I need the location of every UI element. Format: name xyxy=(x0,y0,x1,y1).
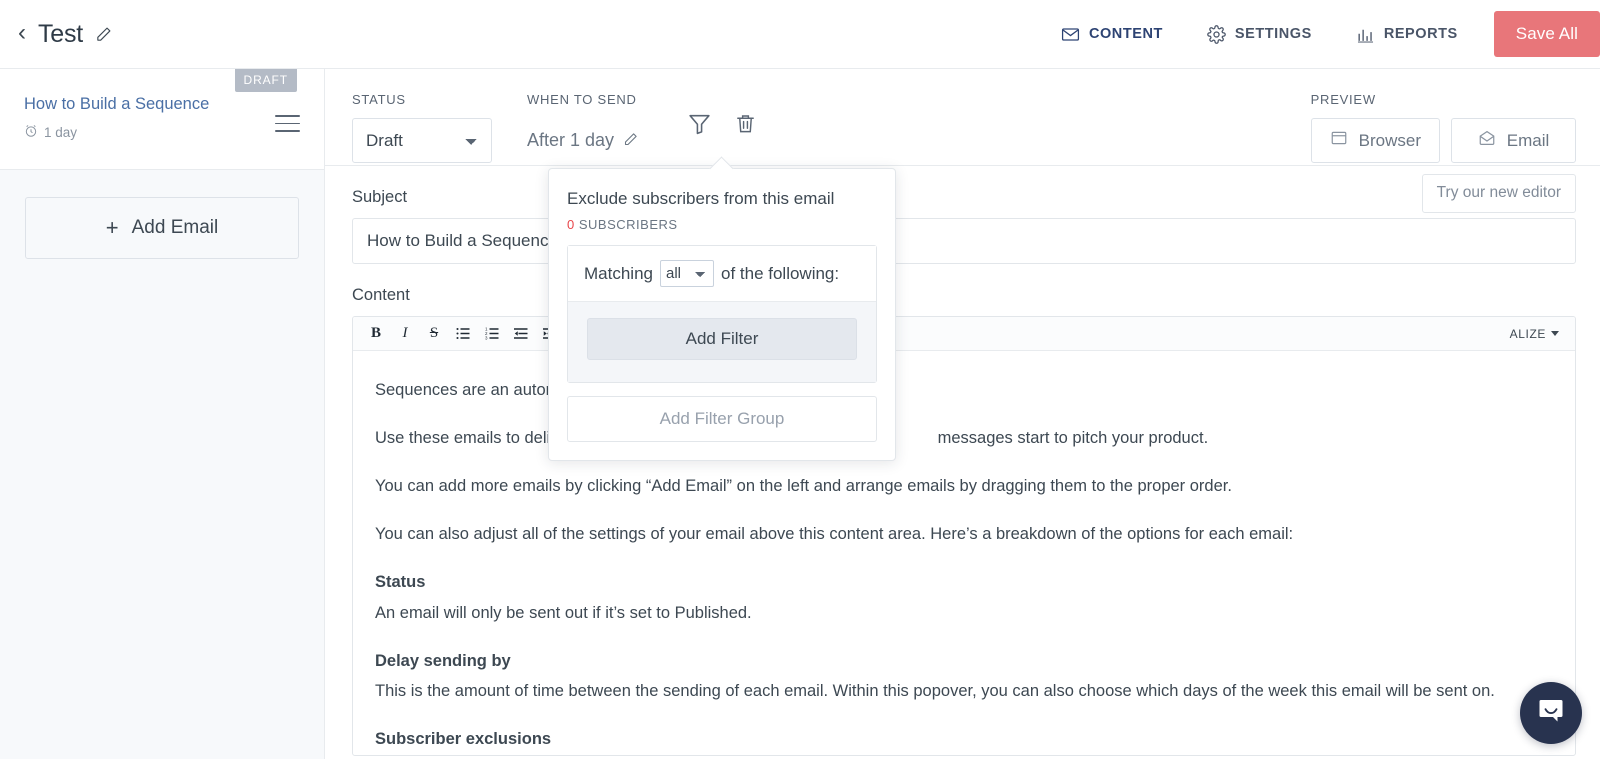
svg-text:3: 3 xyxy=(485,336,488,341)
exclude-subscribers-popover: Exclude subscribers from this email 0 SU… xyxy=(548,168,896,461)
email-settings-row: STATUS Draft WHEN TO SEND After 1 day PR… xyxy=(325,69,1600,166)
envelope-icon xyxy=(1061,25,1080,44)
content-paragraph-part: Use these emails to deliv xyxy=(375,428,559,447)
personalize-dropdown[interactable]: ALIZE xyxy=(1510,327,1565,341)
bullet-list-icon[interactable] xyxy=(450,321,476,347)
chat-launcher-button[interactable] xyxy=(1520,682,1582,744)
main-panel: STATUS Draft WHEN TO SEND After 1 day PR… xyxy=(325,69,1600,759)
content-section-heading: Status xyxy=(375,572,426,591)
numbered-list-icon[interactable]: 1 2 3 xyxy=(479,321,505,347)
list-item-title[interactable]: How to Build a Sequence xyxy=(24,95,300,113)
preview-browser-button[interactable]: Browser xyxy=(1310,118,1440,163)
list-item-delay: 1 day xyxy=(24,124,300,141)
tab-reports-label: REPORTS xyxy=(1383,26,1458,42)
list-item[interactable]: DRAFT How to Build a Sequence 1 day xyxy=(0,69,324,170)
try-new-editor-button[interactable]: Try our new editor xyxy=(1421,174,1576,213)
when-to-send-label: WHEN TO SEND xyxy=(527,92,637,107)
outdent-icon[interactable] xyxy=(508,321,534,347)
add-email-label: Add Email xyxy=(131,217,219,238)
preview-email-label: Email xyxy=(1506,130,1550,150)
pencil-icon[interactable] xyxy=(623,132,640,149)
editor-toolbar: B I S 1 2 3 ALIZE xyxy=(353,317,1575,351)
matching-suffix: of the following: xyxy=(720,263,840,283)
tab-settings-label: SETTINGS xyxy=(1234,26,1312,42)
browser-window-icon xyxy=(1330,129,1348,152)
italic-button[interactable]: I xyxy=(392,321,418,347)
add-filter-group-button[interactable]: Add Filter Group xyxy=(567,396,877,442)
when-to-send-value: After 1 day xyxy=(527,130,615,150)
status-badge: DRAFT xyxy=(234,69,297,92)
preview-field: PREVIEW Browser Email xyxy=(1310,92,1600,163)
tab-content-label: CONTENT xyxy=(1088,26,1163,42)
tab-reports[interactable]: REPORTS xyxy=(1334,0,1480,69)
content-editor: B I S 1 2 3 ALIZE Sequences are an autom… xyxy=(352,316,1576,756)
email-actions xyxy=(687,111,757,141)
tab-content[interactable]: CONTENT xyxy=(1039,0,1185,69)
trash-icon[interactable] xyxy=(734,112,757,140)
filter-group: Matching all of the following: Add Filte… xyxy=(567,245,877,383)
matching-select[interactable]: all xyxy=(659,260,714,287)
top-nav: CONTENT SETTINGS REPORTS Save All xyxy=(1039,0,1600,69)
preview-label: PREVIEW xyxy=(1310,92,1376,107)
chevron-down-icon xyxy=(1551,331,1559,336)
content-section-heading: Subscriber exclusions xyxy=(375,730,552,749)
editor-content[interactable]: Sequences are an autom Use these emails … xyxy=(353,351,1575,755)
add-filter-button[interactable]: Add Filter xyxy=(587,318,857,360)
plus-icon: + xyxy=(105,215,119,240)
content-section: Subscriber exclusions By clicking the fi… xyxy=(375,728,1553,755)
list-item-delay-label: 1 day xyxy=(44,125,78,141)
content-section-body: This is the amount of time between the s… xyxy=(375,682,1495,701)
tab-settings[interactable]: SETTINGS xyxy=(1185,0,1334,69)
content-paragraph-part: messages start to pitch your product. xyxy=(937,428,1209,447)
add-email-button[interactable]: + Add Email xyxy=(25,197,299,259)
preview-browser-label: Browser xyxy=(1358,130,1421,150)
subscriber-count-label: SUBSCRIBERS xyxy=(578,217,678,232)
funnel-icon[interactable] xyxy=(687,111,712,141)
popover-title: Exclude subscribers from this email xyxy=(567,189,835,208)
email-list-sidebar: DRAFT How to Build a Sequence 1 day + Ad… xyxy=(0,69,325,759)
content-section-heading: Delay sending by xyxy=(375,651,511,670)
status-field: STATUS Draft xyxy=(325,92,492,163)
preview-email-button[interactable]: Email xyxy=(1451,118,1576,163)
strikethrough-button[interactable]: S xyxy=(421,321,447,347)
when-to-send-value-row[interactable]: After 1 day xyxy=(527,118,640,163)
content-label: Content xyxy=(352,286,410,304)
content-section: Status An email will only be sent out if… xyxy=(375,571,1553,626)
status-label: STATUS xyxy=(352,92,406,107)
when-to-send-field: WHEN TO SEND After 1 day xyxy=(492,92,640,163)
subscriber-count-number: 0 xyxy=(567,217,575,232)
content-section-body: An email will only be sent out if it’s s… xyxy=(375,603,752,622)
matching-row: Matching all of the following: xyxy=(568,246,876,302)
envelope-open-icon xyxy=(1478,129,1496,152)
content-paragraph: You can add more emails by clicking “Add… xyxy=(375,476,1232,495)
chat-bubble-smile-icon xyxy=(1535,695,1567,732)
content-section: Delay sending by This is the amount of t… xyxy=(375,650,1553,705)
personalize-label: ALIZE xyxy=(1509,326,1546,341)
save-all-button[interactable]: Save All xyxy=(1493,11,1600,57)
chevron-left-icon[interactable]: ‹ xyxy=(18,21,26,45)
top-bar: ‹ Test CONTENT SETTINGS REPORTS Save All xyxy=(0,0,1600,69)
filter-body: Add Filter xyxy=(568,302,876,382)
gear-icon xyxy=(1207,24,1226,44)
drag-handle-icon[interactable] xyxy=(275,115,300,132)
breadcrumb: ‹ Test xyxy=(0,20,112,49)
subject-input[interactable] xyxy=(352,218,1576,264)
matching-prefix: Matching xyxy=(584,263,653,283)
status-select[interactable]: Draft xyxy=(352,118,492,163)
alarm-clock-icon xyxy=(24,124,38,141)
bold-button[interactable]: B xyxy=(363,321,389,347)
pencil-icon[interactable] xyxy=(95,26,112,43)
content-paragraph: You can also adjust all of the settings … xyxy=(375,524,1294,543)
subject-field: Subject Try our new editor xyxy=(325,166,1600,264)
subscriber-count: 0 SUBSCRIBERS xyxy=(567,217,877,232)
page-title: Test xyxy=(38,19,84,48)
subject-label: Subject xyxy=(352,188,408,206)
bar-chart-icon xyxy=(1356,25,1375,44)
